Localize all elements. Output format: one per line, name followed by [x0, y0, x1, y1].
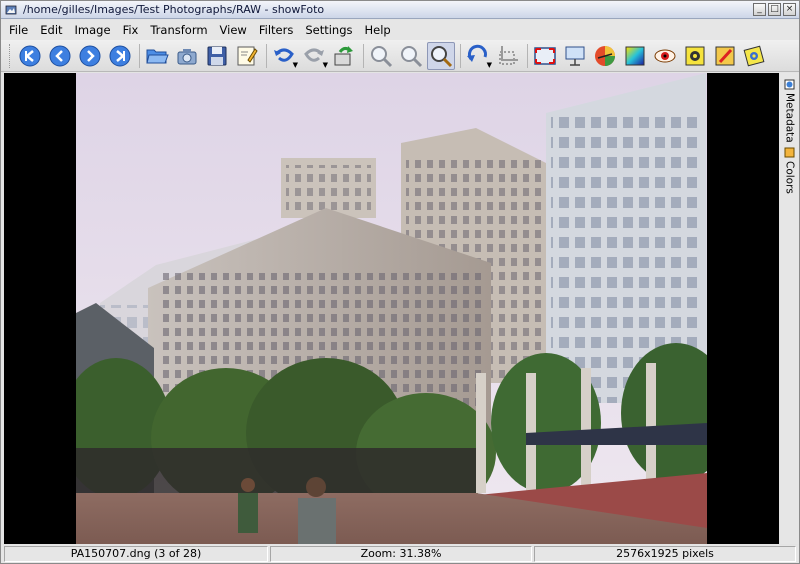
- previous-image-button[interactable]: [46, 42, 74, 70]
- title-bar[interactable]: /home/gilles/Images/Test Photographs/RAW…: [1, 1, 799, 19]
- app-window: /home/gilles/Images/Test Photographs/RAW…: [0, 0, 800, 564]
- fullscreen-icon: [534, 46, 556, 65]
- main-toolbar: ▼ ▼ ▼: [1, 40, 799, 72]
- sharpen-button[interactable]: [681, 42, 709, 70]
- tab-metadata[interactable]: Metadata: [781, 77, 798, 143]
- tab-colors-label: Colors: [783, 161, 796, 194]
- crop-icon: [499, 45, 518, 64]
- go-last-icon: [109, 45, 131, 66]
- redo-button[interactable]: ▼: [300, 42, 328, 70]
- tab-colors[interactable]: Colors: [781, 145, 798, 194]
- go-previous-icon: [49, 45, 71, 66]
- menu-filters[interactable]: Filters: [253, 23, 299, 37]
- folder-open-icon: [146, 49, 169, 63]
- toolbar-separator: [266, 43, 267, 68]
- slideshow-icon: [565, 46, 585, 66]
- levels-icon: [625, 46, 645, 65]
- open-file-button[interactable]: [143, 42, 171, 70]
- menu-bar: File Edit Image Fix Transform View Filte…: [1, 20, 799, 40]
- save-as-icon: [237, 46, 258, 65]
- zoom-fit-button[interactable]: [427, 41, 455, 70]
- menu-help[interactable]: Help: [359, 23, 397, 37]
- save-button[interactable]: [203, 42, 231, 70]
- status-zoom: Zoom: 31.38%: [270, 546, 532, 562]
- slideshow-button[interactable]: [561, 42, 589, 70]
- first-image-button[interactable]: [16, 42, 44, 70]
- status-dimensions: 2576x1925 pixels: [534, 546, 796, 562]
- rotate-button[interactable]: ▼: [464, 42, 492, 70]
- city-plaza-photo: [76, 73, 707, 544]
- menu-file[interactable]: File: [3, 23, 34, 37]
- sidebar-tabs: Metadata Colors: [780, 73, 799, 544]
- levels-button[interactable]: [621, 42, 649, 70]
- zoom-in-icon: [371, 45, 393, 67]
- status-filename: PA150707.dng (3 of 28): [4, 546, 268, 562]
- next-image-button[interactable]: [76, 42, 104, 70]
- camera-folder-icon: [177, 48, 197, 64]
- menu-image[interactable]: Image: [69, 23, 117, 37]
- menu-transform[interactable]: Transform: [144, 23, 213, 37]
- photo-preview[interactable]: [76, 73, 707, 544]
- toolbar-separator: [527, 43, 528, 68]
- toolbar-separator: [460, 43, 461, 68]
- sharpen-icon: [685, 46, 705, 65]
- red-eye-button[interactable]: [651, 42, 679, 70]
- zoom-fit-icon: [431, 45, 453, 67]
- toolbar-separator: [363, 43, 364, 68]
- crop-button[interactable]: [494, 42, 522, 70]
- floppy-disk-icon: [207, 46, 227, 65]
- window-controls: _ □ ×: [753, 3, 796, 16]
- insert-text-button[interactable]: [741, 42, 769, 70]
- full-screen-button[interactable]: [531, 42, 559, 70]
- showfoto-app-icon: [5, 5, 17, 15]
- zoom-out-icon: [401, 45, 423, 67]
- window-title: /home/gilles/Images/Test Photographs/RAW…: [23, 3, 325, 16]
- close-button[interactable]: ×: [783, 3, 796, 16]
- red-eye-icon: [654, 49, 676, 62]
- maximize-button[interactable]: □: [768, 3, 781, 16]
- undo-button[interactable]: ▼: [270, 42, 298, 70]
- colors-icon: [784, 147, 795, 158]
- menu-view[interactable]: View: [214, 23, 253, 37]
- toolbar-grip[interactable]: [9, 43, 12, 68]
- open-folder-button[interactable]: [173, 42, 201, 70]
- color-balance-icon: [595, 45, 615, 66]
- zoom-out-button[interactable]: [397, 42, 425, 70]
- save-as-button[interactable]: [233, 42, 261, 70]
- revert-button[interactable]: [330, 42, 358, 70]
- zoom-in-button[interactable]: [367, 42, 395, 70]
- menu-edit[interactable]: Edit: [34, 23, 68, 37]
- menu-fix[interactable]: Fix: [117, 23, 145, 37]
- last-image-button[interactable]: [106, 42, 134, 70]
- minimize-button[interactable]: _: [753, 3, 766, 16]
- go-next-icon: [79, 45, 101, 66]
- revert-icon: [334, 45, 353, 65]
- image-canvas[interactable]: [4, 73, 779, 544]
- color-balance-button[interactable]: [591, 42, 619, 70]
- undo-dropdown-arrow[interactable]: ▼: [293, 61, 298, 69]
- restoration-icon: [715, 46, 735, 65]
- tab-metadata-label: Metadata: [783, 93, 796, 143]
- rotate-dropdown-arrow[interactable]: ▼: [487, 61, 492, 69]
- status-bar: PA150707.dng (3 of 28) Zoom: 31.38% 2576…: [1, 545, 799, 563]
- go-first-icon: [19, 45, 41, 66]
- menu-settings[interactable]: Settings: [299, 23, 358, 37]
- redo-dropdown-arrow[interactable]: ▼: [323, 61, 328, 69]
- metadata-icon: [784, 79, 795, 90]
- toolbar-separator: [139, 43, 140, 68]
- film-icon: [743, 45, 765, 66]
- restoration-button[interactable]: [711, 42, 739, 70]
